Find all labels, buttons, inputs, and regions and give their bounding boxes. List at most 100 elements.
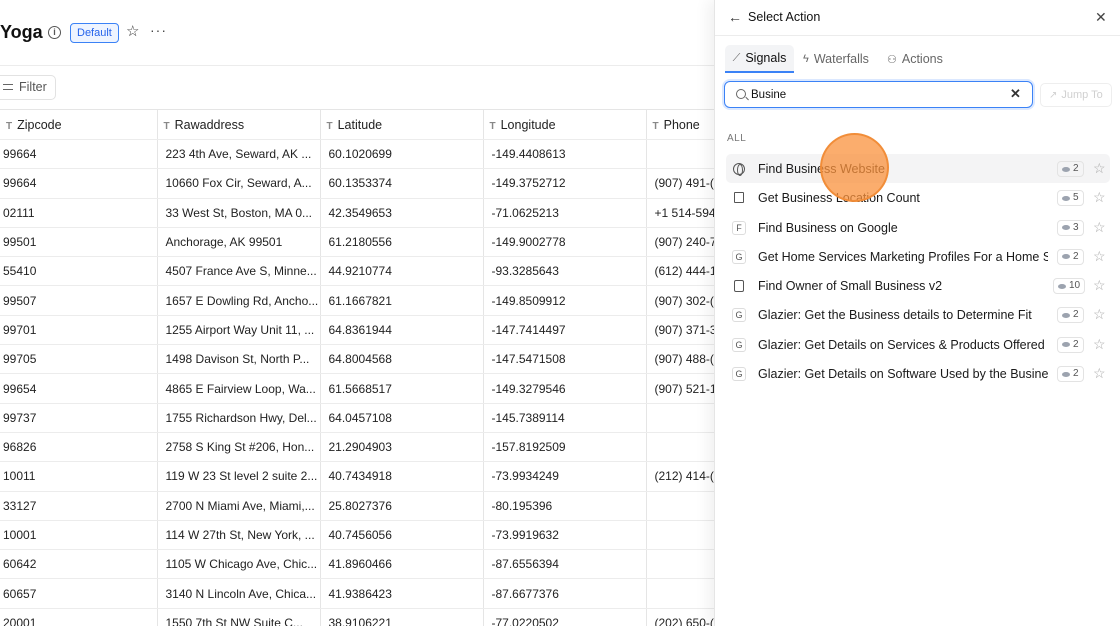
favorite-star-icon[interactable]: ☆ (1093, 189, 1106, 205)
table-cell[interactable]: 10001 (0, 520, 158, 551)
table-cell[interactable]: 99664 (0, 139, 158, 170)
table-cell[interactable]: 99654 (0, 373, 158, 404)
action-item[interactable]: G Glazier: Get Details on Software Used b… (726, 359, 1110, 388)
table-cell[interactable]: 4865 E Fairview Loop, Wa... (157, 373, 321, 404)
action-item[interactable]: F Find Business on Google 3 ☆ (726, 213, 1110, 242)
table-cell[interactable]: 99701 (0, 315, 158, 346)
table-cell[interactable]: 99737 (0, 403, 158, 433)
table-cell[interactable]: 41.9386423 (320, 578, 484, 609)
favorite-star-icon[interactable]: ☆ (1093, 336, 1106, 352)
back-arrow-icon[interactable]: ← (728, 10, 742, 24)
table-cell[interactable]: -149.3752712 (483, 168, 647, 199)
table-cell[interactable]: -87.6556394 (483, 549, 647, 580)
table-cell[interactable]: 99501 (0, 227, 158, 258)
table-cell[interactable]: 3140 N Lincoln Ave, Chica... (157, 578, 321, 609)
favorite-star-icon[interactable]: ☆ (1093, 248, 1106, 264)
table-cell[interactable]: 64.8004568 (320, 344, 484, 375)
tab-waterfalls[interactable]: ϟ Waterfalls (803, 45, 869, 73)
table-cell[interactable]: 20001 (0, 608, 158, 626)
table-cell[interactable]: 99705 (0, 344, 158, 375)
column-header-latitude[interactable]: T Latitude (320, 109, 484, 140)
table-cell[interactable]: -77.0220502 (483, 608, 647, 626)
table-cell[interactable]: 1657 E Dowling Rd, Ancho... (157, 285, 321, 316)
table-cell[interactable]: 44.9210774 (320, 256, 484, 287)
table-cell[interactable]: 1105 W Chicago Ave, Chic... (157, 549, 321, 580)
column-header-longitude[interactable]: T Longitude (483, 109, 647, 140)
table-cell[interactable]: 99664 (0, 168, 158, 199)
table-cell[interactable]: 60.1020699 (320, 139, 484, 170)
table-cell[interactable]: 1755 Richardson Hwy, Del... (157, 403, 321, 433)
table-cell[interactable]: 99507 (0, 285, 158, 316)
table-cell[interactable]: 10660 Fox Cir, Seward, A... (157, 168, 321, 199)
table-cell[interactable]: 1550 7th St NW Suite C... (157, 608, 321, 626)
column-header-rawaddress[interactable]: T Rawaddress (157, 109, 321, 140)
filter-button[interactable]: Filter (0, 75, 56, 100)
favorite-star-icon[interactable]: ☆ (126, 24, 139, 40)
table-cell[interactable]: 10011 (0, 461, 158, 492)
more-options-icon[interactable]: ··· (150, 22, 167, 38)
table-cell[interactable]: 2700 N Miami Ave, Miami,... (157, 491, 321, 521)
table-cell[interactable]: 119 W 23 St level 2 suite 2... (157, 461, 321, 492)
search-input[interactable] (751, 86, 1001, 104)
table-cell[interactable]: 1255 Airport Way Unit 11, ... (157, 315, 321, 346)
table-cell[interactable]: 2758 S King St #206, Hon... (157, 432, 321, 463)
tab-actions[interactable]: ⚇ Actions (887, 45, 943, 73)
table-cell[interactable]: Anchorage, AK 99501 (157, 227, 321, 258)
table-cell[interactable]: 40.7456056 (320, 520, 484, 551)
tab-signals[interactable]: ⟋ Signals (725, 45, 794, 73)
table-cell[interactable]: 38.9106221 (320, 608, 484, 626)
table-cell[interactable]: 96826 (0, 432, 158, 463)
table-cell[interactable]: 61.2180556 (320, 227, 484, 258)
favorite-star-icon[interactable]: ☆ (1093, 160, 1106, 176)
table-cell[interactable]: -157.8192509 (483, 432, 647, 463)
table-cell[interactable]: 64.0457108 (320, 403, 484, 433)
table-cell[interactable]: 25.8027376 (320, 491, 484, 521)
favorite-star-icon[interactable]: ☆ (1093, 306, 1106, 322)
table-cell[interactable]: 64.8361944 (320, 315, 484, 346)
action-item[interactable]: G Glazier: Get the Business details to De… (726, 300, 1110, 329)
table-cell[interactable]: 223 4th Ave, Seward, AK ... (157, 139, 321, 170)
table-cell[interactable]: -93.3285643 (483, 256, 647, 287)
close-icon[interactable]: ✕ (1095, 9, 1107, 25)
action-item[interactable]: Find Business Website 2 ☆ (726, 154, 1110, 184)
table-cell[interactable]: 61.5668517 (320, 373, 484, 404)
table-cell[interactable]: 1498 Davison St, North P... (157, 344, 321, 375)
table-cell[interactable]: 02111 (0, 198, 158, 228)
table-cell[interactable]: -87.6677376 (483, 578, 647, 609)
table-cell[interactable]: 33 West St, Boston, MA 0... (157, 198, 321, 228)
table-cell[interactable]: -73.9934249 (483, 461, 647, 492)
table-cell[interactable]: -145.7389114 (483, 403, 647, 433)
action-item[interactable]: G Get Home Services Marketing Profiles Fo… (726, 242, 1110, 271)
favorite-star-icon[interactable]: ☆ (1093, 365, 1106, 381)
table-cell[interactable]: 40.7434918 (320, 461, 484, 492)
favorite-star-icon[interactable]: ☆ (1093, 219, 1106, 235)
table-cell[interactable]: -149.8509912 (483, 285, 647, 316)
table-cell[interactable]: -149.3279546 (483, 373, 647, 404)
table-cell[interactable]: -80.195396 (483, 491, 647, 521)
table-cell[interactable]: 61.1667821 (320, 285, 484, 316)
table-cell[interactable]: 42.3549653 (320, 198, 484, 228)
favorite-star-icon[interactable]: ☆ (1093, 277, 1106, 293)
jump-to-button[interactable]: ↗ Jump To (1040, 83, 1112, 107)
table-cell[interactable]: -149.4408613 (483, 139, 647, 170)
table-cell[interactable]: -147.5471508 (483, 344, 647, 375)
table-cell[interactable]: 4507 France Ave S, Minne... (157, 256, 321, 287)
table-cell[interactable]: 41.8960466 (320, 549, 484, 580)
info-icon[interactable]: i (48, 26, 61, 39)
action-item[interactable]: G Glazier: Get Details on Services & Prod… (726, 330, 1110, 359)
action-item[interactable]: Find Owner of Small Business v2 10 ☆ (726, 271, 1110, 300)
table-cell[interactable]: 55410 (0, 256, 158, 287)
table-cell[interactable]: 60657 (0, 578, 158, 609)
column-header-zipcode[interactable]: T Zipcode (0, 109, 158, 140)
table-cell[interactable]: 60642 (0, 549, 158, 580)
table-cell[interactable]: -71.0625213 (483, 198, 647, 228)
table-cell[interactable]: 60.1353374 (320, 168, 484, 199)
table-cell[interactable]: 114 W 27th St, New York, ... (157, 520, 321, 551)
table-cell[interactable]: 21.2904903 (320, 432, 484, 463)
table-cell[interactable]: -149.9002778 (483, 227, 647, 258)
view-badge[interactable]: Default (70, 23, 119, 43)
table-cell[interactable]: -73.9919632 (483, 520, 647, 551)
clear-search-icon[interactable]: ✕ (1010, 86, 1021, 102)
table-cell[interactable]: -147.7414497 (483, 315, 647, 346)
table-cell[interactable]: 33127 (0, 491, 158, 521)
